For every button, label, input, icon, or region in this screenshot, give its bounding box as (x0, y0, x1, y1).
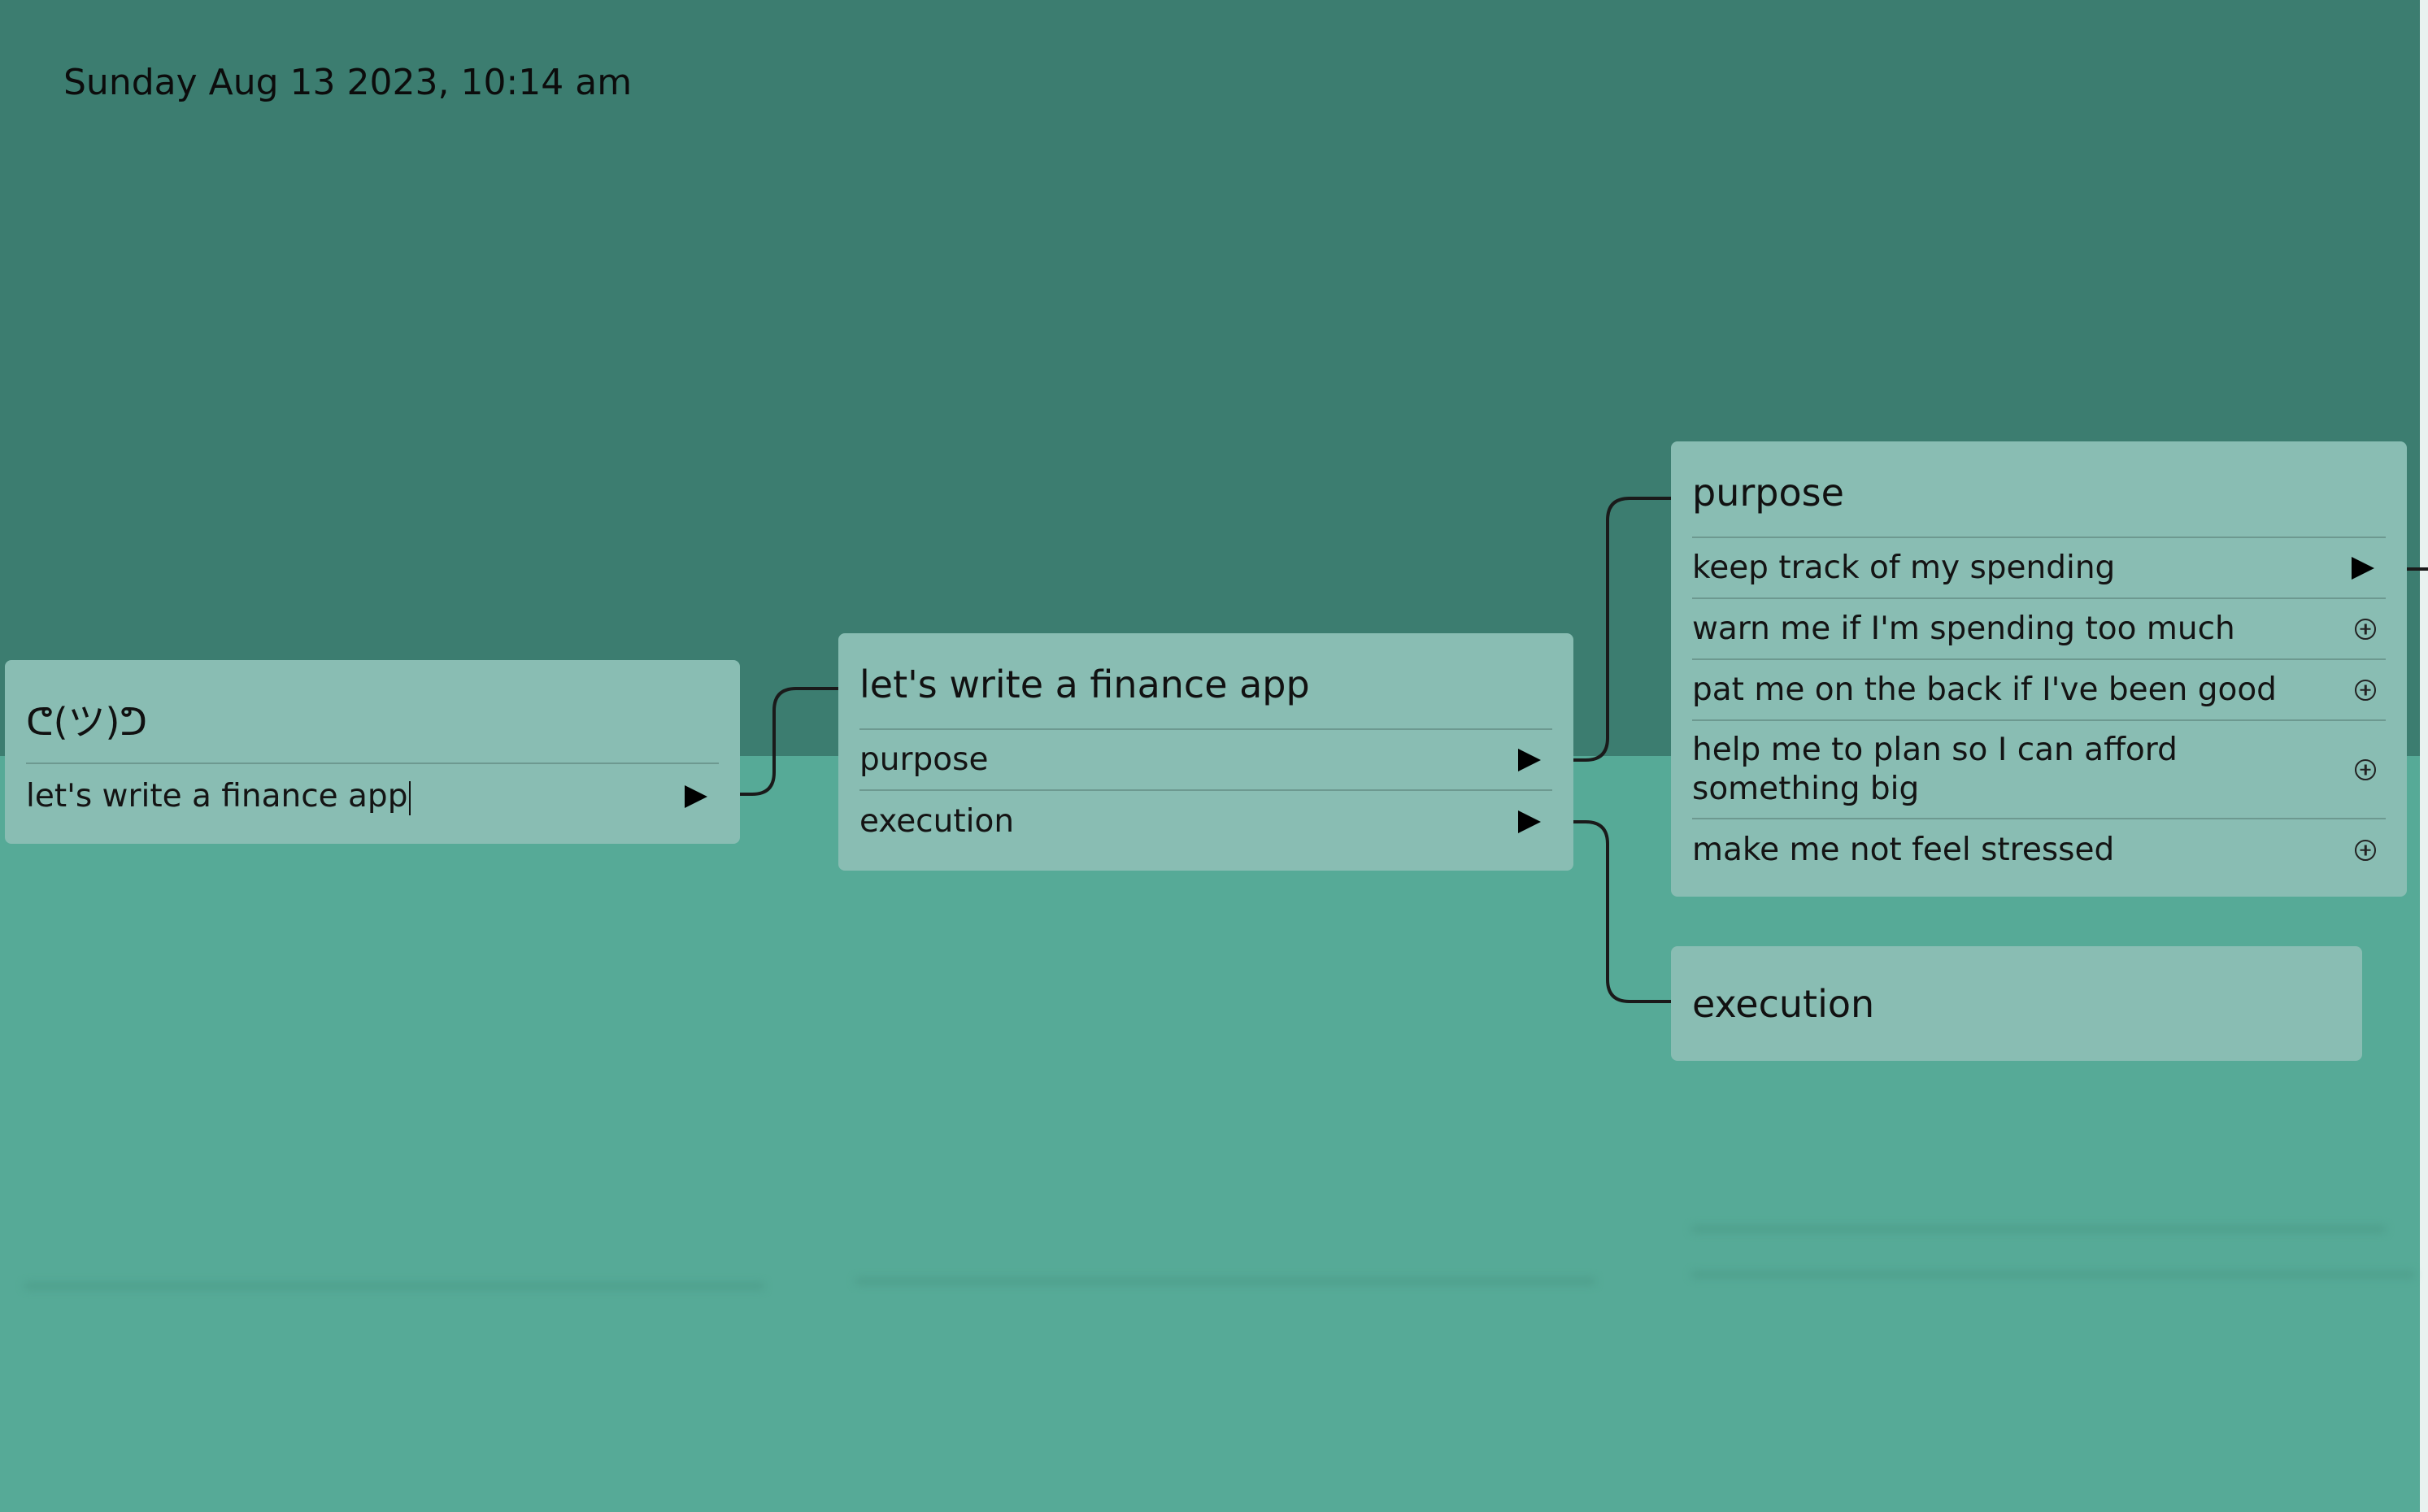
app-item-execution[interactable]: execution (859, 791, 1552, 852)
add-circle-icon[interactable] (2355, 618, 2376, 640)
expand-arrow-icon[interactable] (1518, 748, 1541, 771)
add-circle-icon[interactable] (2355, 839, 2376, 861)
expand-arrow-icon[interactable] (1518, 810, 1541, 833)
purpose-card: purpose keep track of my spending warn m… (1671, 441, 2407, 897)
ghost-line (855, 1278, 1595, 1284)
purpose-item-plan-big[interactable]: help me to plan so I can afford somethin… (1692, 721, 2386, 819)
purpose-item-label: keep track of my spending (1692, 549, 2116, 586)
purpose-item-label: help me to plan so I can afford somethin… (1692, 731, 2178, 807)
canvas: Sunday Aug 13 2023, 10:14 am ᕦ(ツ)ᕤ let's… (0, 0, 2428, 1512)
execution-card-title: execution (1692, 981, 1875, 1026)
expand-arrow-icon[interactable] (685, 785, 707, 808)
purpose-item-warn-spending[interactable]: warn me if I'm spending too much (1692, 599, 2386, 660)
app-item-label: purpose (859, 741, 989, 778)
add-circle-icon[interactable] (2355, 679, 2376, 701)
root-card: ᕦ(ツ)ᕤ let's write a finance app (5, 660, 740, 844)
purpose-item-label: warn me if I'm spending too much (1692, 610, 2235, 647)
root-item-finance-app[interactable]: let's write a finance app (26, 764, 719, 829)
purpose-item-not-stressed[interactable]: make me not feel stressed (1692, 819, 2386, 880)
purpose-card-title: purpose (1692, 441, 2386, 538)
app-item-purpose[interactable]: purpose (859, 730, 1552, 791)
app-card-title: let's write a finance app (859, 633, 1552, 730)
timestamp: Sunday Aug 13 2023, 10:14 am (63, 62, 633, 103)
purpose-item-track-spending[interactable]: keep track of my spending (1692, 538, 2386, 599)
root-item-label: let's write a finance app (26, 778, 408, 815)
app-item-label: execution (859, 802, 1015, 840)
purpose-item-label: pat me on the back if I've been good (1692, 671, 2277, 708)
ghost-line (24, 1283, 764, 1289)
purpose-item-pat-back[interactable]: pat me on the back if I've been good (1692, 660, 2386, 721)
text-cursor (409, 780, 411, 815)
add-circle-icon[interactable] (2355, 758, 2376, 780)
app-card: let's write a finance app purpose execut… (838, 633, 1573, 871)
execution-card[interactable]: execution (1671, 946, 2362, 1061)
root-card-title: ᕦ(ツ)ᕤ (26, 660, 719, 764)
ghost-line (1691, 1271, 2415, 1278)
ghost-line (1691, 1226, 2386, 1232)
right-edge-strip (2420, 0, 2428, 1512)
purpose-item-label: make me not feel stressed (1692, 831, 2115, 868)
expand-arrow-icon[interactable] (2352, 556, 2374, 580)
